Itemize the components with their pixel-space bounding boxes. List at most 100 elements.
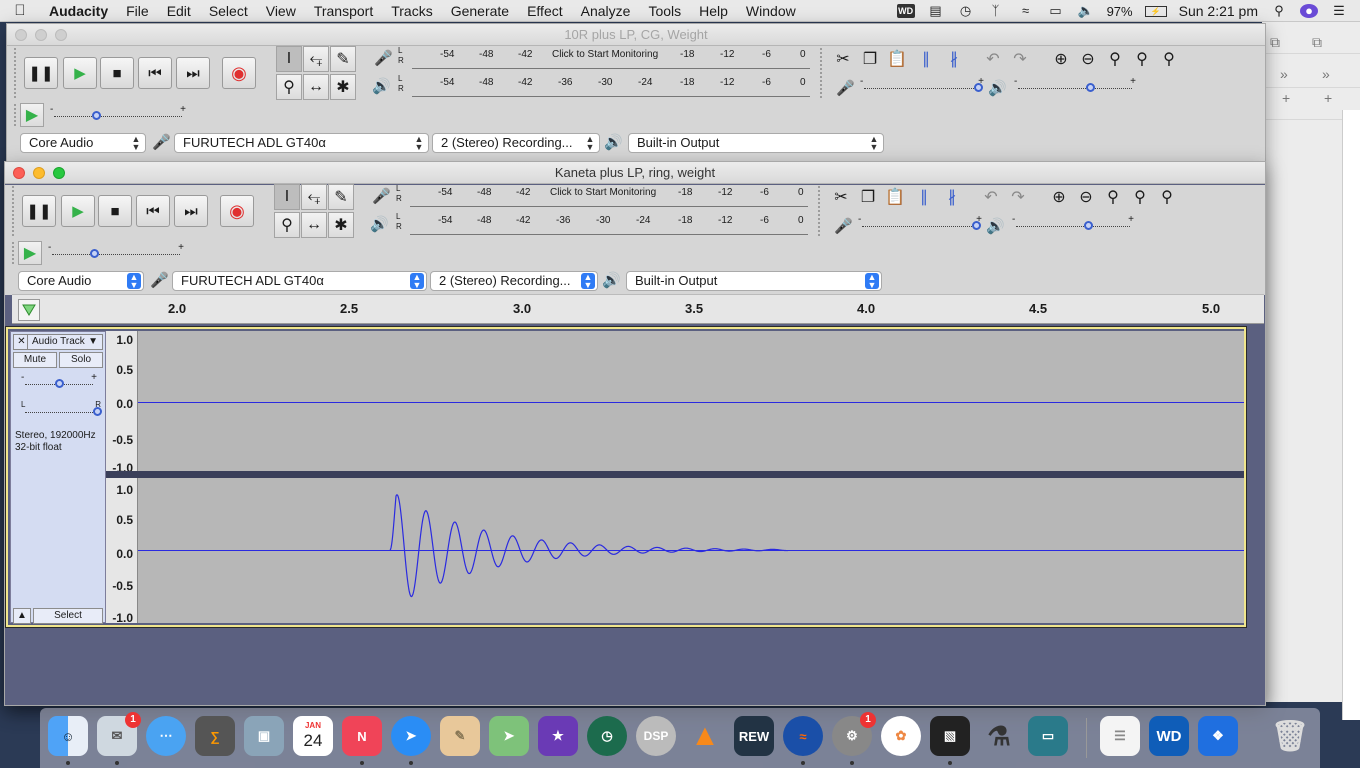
envelope-tool-icon[interactable]: ⥆ [301,184,327,210]
zoom-out-icon[interactable]: ⊖ [1075,47,1101,71]
selection-tool-icon[interactable]: I [276,46,302,72]
zoom-window-button[interactable] [55,29,67,41]
select-track-button[interactable]: Select [33,608,103,624]
system-preferences-icon[interactable]: ⚙ 1 [832,712,876,765]
track-name-menu[interactable]: ✕ Audio Track ▼ [13,334,103,350]
vlc-icon[interactable]: ▲ [685,716,725,756]
zoom-toggle-icon[interactable]: ⚲ [1154,185,1180,209]
slider-knob[interactable] [972,221,981,230]
apple-menu-icon[interactable]:  [0,2,40,19]
track-menu-arrow-icon[interactable]: ▼ [88,336,98,347]
envelope-tool-icon[interactable]: ⥆ [303,46,329,72]
menu-transport[interactable]: Transport [305,3,382,19]
textedit-document-icon[interactable]: ☰ [1100,716,1140,756]
play-at-speed-button[interactable]: ▶ [20,103,44,127]
slider-knob[interactable] [1084,221,1093,230]
play-button[interactable]: ▶ [61,195,95,227]
record-meter[interactable]: L R -54 -48 -42 Click to Start Monitorin… [398,46,810,70]
zoom-tool-icon[interactable]: ⚲ [276,74,302,100]
chevron-right-icon[interactable]: » [1322,66,1330,82]
wd-drive-icon[interactable]: WD [1149,716,1189,756]
bluetooth-icon[interactable]: ᛉ [987,4,1005,18]
input-channels-select[interactable]: 2 (Stereo) Recording... ▲ ▼ [432,133,600,153]
trash-icon[interactable]: 🗑 [1270,716,1310,756]
playback-volume-slider[interactable]: - + [1010,214,1136,234]
slider-knob[interactable] [93,407,102,416]
collapse-track-icon[interactable]: ▲ [13,608,31,624]
input-device-select[interactable]: FURUTECH ADL GT40α ▲ ▼ [172,271,427,291]
playhead-toggle-icon[interactable] [18,299,40,321]
screen-sharing-icon[interactable]: ▭ [1028,716,1068,756]
track-control-panel[interactable]: ✕ Audio Track ▼ Mute Solo - + L R Stereo… [10,331,106,624]
redo-icon[interactable]: ↷ [1007,47,1033,71]
news-icon[interactable]: N [342,716,382,765]
restore-icon[interactable]: ⧉ [1270,34,1280,51]
trim-audio-icon[interactable]: ∥ [913,47,939,71]
zoom-out-icon[interactable]: ⊖ [1073,185,1099,209]
messages-icon[interactable]: ⋯ [146,716,186,756]
close-track-icon[interactable]: ✕ [16,335,28,349]
menu-app-name[interactable]: Audacity [40,3,117,19]
menu-view[interactable]: View [257,3,305,19]
slider-knob[interactable] [92,111,101,120]
fit-project-icon[interactable]: ⚲ [1129,47,1155,71]
time-machine-dock-icon[interactable]: ◷ [587,716,627,756]
fit-project-icon[interactable]: ⚲ [1127,185,1153,209]
title-bar-front[interactable]: Kaneta plus LP, ring, weight [5,162,1265,184]
audio-host-select[interactable]: Core Audio ▲ ▼ [20,133,146,153]
menu-analyze[interactable]: Analyze [572,3,640,19]
menu-window[interactable]: Window [737,3,805,19]
calendar-icon[interactable]: JAN 24 [293,716,333,756]
selection-tool-icon[interactable]: I [274,184,300,210]
zoom-window-button[interactable] [53,167,65,179]
wifi-icon[interactable]: ≈ [1017,4,1035,18]
microscope-icon[interactable]: ⚗ [979,716,1019,756]
mute-button[interactable]: Mute [13,352,57,368]
menu-file[interactable]: File [117,3,158,19]
time-machine-icon[interactable]: ◷ [957,4,975,18]
play-speed-slider[interactable]: - + [46,242,186,262]
start-monitoring-label[interactable]: Click to Start Monitoring [550,49,661,60]
audio-host-select[interactable]: Core Audio ▲ ▼ [18,271,144,291]
slider-knob[interactable] [1086,83,1095,92]
wd-status-icon[interactable]: WD [896,4,915,18]
zoom-toggle-icon[interactable]: ⚲ [1156,47,1182,71]
calculator-icon[interactable]: ∑ [195,716,235,756]
record-meter-mic-icon[interactable]: 🎤 [374,49,393,67]
draw-tool-icon[interactable]: ✎ [328,184,354,210]
battery-percent[interactable]: 97% [1107,4,1133,19]
playback-meter[interactable]: L R -54 -48 -42 -36 -30 -24 -18 -12 -6 0 [396,212,808,236]
paste-icon[interactable]: 📋 [882,185,908,209]
chevron-right-icon[interactable]: » [1280,66,1288,82]
airplay-icon[interactable]: ▭ [1047,4,1065,18]
fit-selection-icon[interactable]: ⚲ [1102,47,1128,71]
volume-icon[interactable]: 🔈 [1077,4,1095,18]
close-window-button[interactable] [15,29,27,41]
imovie-icon[interactable]: ★ [538,716,578,756]
output-device-select[interactable]: Built-in Output ▲ ▼ [626,271,882,291]
restore-icon[interactable]: ⧉ [1312,34,1322,51]
menu-clock[interactable]: Sun 2:21 pm [1179,3,1258,19]
audacity-icon[interactable]: ≈ [783,716,823,765]
minimize-window-button[interactable] [33,167,45,179]
zoom-in-icon[interactable]: ⊕ [1048,47,1074,71]
mail-icon[interactable]: ✉ 1 [97,712,141,765]
preview-icon[interactable]: ▣ [244,716,284,756]
siri-icon[interactable]: ● [1300,4,1318,18]
paste-icon[interactable]: 📋 [884,47,910,71]
safari-icon[interactable]: ➤ [391,716,431,765]
menu-select[interactable]: Select [200,3,257,19]
skip-start-button[interactable]: ⏮ [136,195,170,227]
zoom-in-icon[interactable]: ⊕ [1046,185,1072,209]
timeshift-tool-icon[interactable]: ↔ [303,74,329,100]
playback-meter-speaker-icon[interactable]: 🔊 [370,215,389,233]
silence-audio-icon[interactable]: ∦ [941,47,967,71]
playback-meter[interactable]: L R -54 -48 -42 -36 -30 -24 -18 -12 -6 0 [398,74,810,98]
copy-icon[interactable]: ❐ [857,47,883,71]
play-at-speed-button[interactable]: ▶ [18,241,42,265]
photos-icon[interactable]: ✿ [881,716,921,756]
multi-tool-icon[interactable]: ✱ [330,74,356,100]
pause-button[interactable]: ❚❚ [24,57,58,89]
right-channel-waveform[interactable] [138,478,1244,623]
start-monitoring-label[interactable]: Click to Start Monitoring [548,187,659,198]
